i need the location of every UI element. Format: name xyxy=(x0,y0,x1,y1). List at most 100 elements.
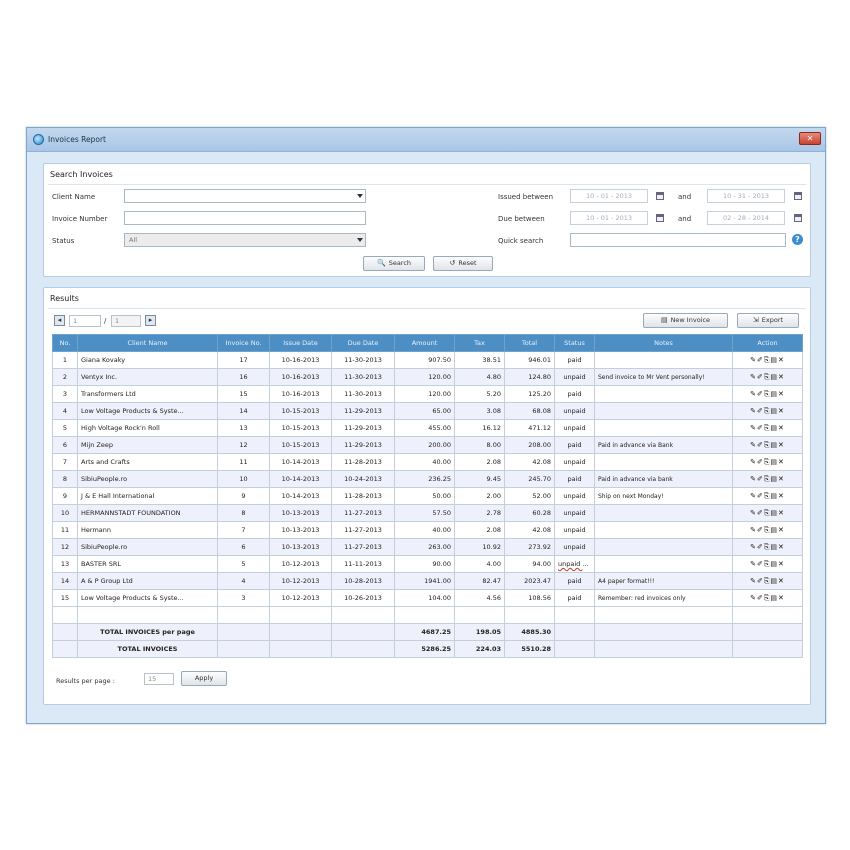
view-icon[interactable]: ▤ xyxy=(770,441,778,449)
table-row[interactable]: 1 Giana Kovaky 17 10-16-2013 11-30-2013 907.5… xyxy=(52,351,803,369)
column-header[interactable]: Due Date xyxy=(331,334,395,352)
quick-search-input[interactable] xyxy=(570,233,786,247)
due-to-date[interactable]: 02 - 28 - 2014 xyxy=(707,211,785,225)
view-icon[interactable]: ▤ xyxy=(770,458,778,466)
view-icon[interactable]: ▤ xyxy=(770,475,778,483)
status-select[interactable]: All xyxy=(124,233,366,247)
delete-icon[interactable]: ✕ xyxy=(778,458,785,466)
edit-icon[interactable]: ✎ xyxy=(750,560,757,568)
column-header[interactable]: Tax xyxy=(454,334,505,352)
pencil-icon[interactable]: ✐ xyxy=(757,492,764,500)
close-button[interactable]: ✕ xyxy=(799,132,821,145)
results-per-page-input[interactable]: 15 xyxy=(144,673,174,685)
invoice-number-input[interactable] xyxy=(124,211,366,225)
edit-icon[interactable]: ✎ xyxy=(750,475,757,483)
view-icon[interactable]: ▤ xyxy=(770,390,778,398)
column-header[interactable]: No. xyxy=(52,334,78,352)
view-icon[interactable]: ▤ xyxy=(770,356,778,364)
table-row[interactable]: 7 Arts and Crafts 11 10-14-2013 11-28-2013 40… xyxy=(52,453,803,471)
edit-icon[interactable]: ✎ xyxy=(750,492,757,500)
delete-icon[interactable]: ✕ xyxy=(778,390,785,398)
issued-to-date[interactable]: 10 - 31 - 2013 xyxy=(707,189,785,203)
column-header[interactable]: Invoice No. xyxy=(217,334,270,352)
table-row[interactable]: 4 Low Voltage Products & Syste... 14 10-15-… xyxy=(52,402,803,420)
delete-icon[interactable]: ✕ xyxy=(778,373,785,381)
table-row[interactable]: 5 High Voltage Rock'n Roll 13 10-15-2013 11-… xyxy=(52,419,803,437)
view-icon[interactable]: ▤ xyxy=(770,373,778,381)
delete-icon[interactable]: ✕ xyxy=(778,424,785,432)
column-header[interactable]: Amount xyxy=(394,334,455,352)
table-row[interactable]: 9J & E Hall International 9 10-14-2013 11-2… xyxy=(52,487,803,505)
calendar-icon[interactable] xyxy=(656,214,664,222)
pencil-icon[interactable]: ✐ xyxy=(757,458,764,466)
next-page-button[interactable]: ▸ xyxy=(145,315,156,326)
table-row[interactable]: 10 HERMANNSTADT FOUNDATION 8 10-13-2013 11-2… xyxy=(52,504,803,522)
calendar-icon[interactable] xyxy=(794,214,802,222)
export-button[interactable]: ⇲ Export xyxy=(737,313,799,328)
client-name-select[interactable] xyxy=(124,189,366,203)
edit-icon[interactable]: ✎ xyxy=(750,407,757,415)
calendar-icon[interactable] xyxy=(656,192,664,200)
delete-icon[interactable]: ✕ xyxy=(778,509,785,517)
view-icon[interactable]: ▤ xyxy=(770,594,778,602)
due-from-date[interactable]: 10 - 01 - 2013 xyxy=(570,211,648,225)
delete-icon[interactable]: ✕ xyxy=(778,407,785,415)
pencil-icon[interactable]: ✐ xyxy=(757,509,764,517)
delete-icon[interactable]: ✕ xyxy=(778,475,785,483)
delete-icon[interactable]: ✕ xyxy=(778,560,785,568)
pencil-icon[interactable]: ✐ xyxy=(757,543,764,551)
delete-icon[interactable]: ✕ xyxy=(778,594,785,602)
view-icon[interactable]: ▤ xyxy=(770,560,778,568)
new-invoice-button[interactable]: ▤ New Invoice xyxy=(643,313,728,328)
edit-icon[interactable]: ✎ xyxy=(750,458,757,466)
edit-icon[interactable]: ✎ xyxy=(750,390,757,398)
column-header[interactable]: Issue Date xyxy=(269,334,332,352)
table-row[interactable]: 6 Mijn Zeep 12 10-15-2013 11-29-2013 200.00 8.… xyxy=(52,436,803,454)
edit-icon[interactable]: ✎ xyxy=(750,509,757,517)
pencil-icon[interactable]: ✐ xyxy=(757,390,764,398)
pencil-icon[interactable]: ✐ xyxy=(757,560,764,568)
pencil-icon[interactable]: ✐ xyxy=(757,526,764,534)
calendar-icon[interactable] xyxy=(794,192,802,200)
column-header[interactable]: Notes xyxy=(594,334,733,352)
table-row[interactable]: 11 Hermann 7 10-13-2013 11-27-2013 40.00 2.08 4… xyxy=(52,521,803,539)
edit-icon[interactable]: ✎ xyxy=(750,577,757,585)
view-icon[interactable]: ▤ xyxy=(770,424,778,432)
column-header[interactable]: Action xyxy=(732,334,803,352)
issued-from-date[interactable]: 10 - 01 - 2013 xyxy=(570,189,648,203)
pencil-icon[interactable]: ✐ xyxy=(757,424,764,432)
delete-icon[interactable]: ✕ xyxy=(778,543,785,551)
view-icon[interactable]: ▤ xyxy=(770,543,778,551)
edit-icon[interactable]: ✎ xyxy=(750,526,757,534)
delete-icon[interactable]: ✕ xyxy=(778,526,785,534)
pencil-icon[interactable]: ✐ xyxy=(757,407,764,415)
edit-icon[interactable]: ✎ xyxy=(750,373,757,381)
view-icon[interactable]: ▤ xyxy=(770,526,778,534)
column-header[interactable]: Total xyxy=(504,334,555,352)
edit-icon[interactable]: ✎ xyxy=(750,543,757,551)
current-page-input[interactable]: 1 xyxy=(69,315,101,327)
delete-icon[interactable]: ✕ xyxy=(778,441,785,449)
apply-button[interactable]: Apply xyxy=(181,671,227,686)
edit-icon[interactable]: ✎ xyxy=(750,441,757,449)
delete-icon[interactable]: ✕ xyxy=(778,356,785,364)
view-icon[interactable]: ▤ xyxy=(770,407,778,415)
table-row[interactable]: 15 Low Voltage Products & Syste... 3 10-12-… xyxy=(52,589,803,607)
pencil-icon[interactable]: ✐ xyxy=(757,594,764,602)
table-row[interactable]: 2 Ventyx Inc. 16 10-16-2013 11-30-2013 120.00… xyxy=(52,368,803,386)
delete-icon[interactable]: ✕ xyxy=(778,577,785,585)
reset-button[interactable]: ↺ Reset xyxy=(433,256,493,271)
edit-icon[interactable]: ✎ xyxy=(750,356,757,364)
column-header[interactable]: Status xyxy=(554,334,595,352)
table-row[interactable]: 14 A & P Group Ltd 4 10-12-2013 10-28-2013 19… xyxy=(52,572,803,590)
edit-icon[interactable]: ✎ xyxy=(750,424,757,432)
pencil-icon[interactable]: ✐ xyxy=(757,475,764,483)
view-icon[interactable]: ▤ xyxy=(770,492,778,500)
search-button[interactable]: 🔍 Search xyxy=(363,256,425,271)
table-row[interactable]: 13 BASTER SRL 5 10-12-2013 11-11-2013 90.00 4.… xyxy=(52,555,803,573)
table-row[interactable]: 12 SibiuPeople.ro 6 10-13-2013 11-27-2013 263… xyxy=(52,538,803,556)
pencil-icon[interactable]: ✐ xyxy=(757,373,764,381)
column-header[interactable]: Client Name xyxy=(77,334,218,352)
view-icon[interactable]: ▤ xyxy=(770,577,778,585)
view-icon[interactable]: ▤ xyxy=(770,509,778,517)
